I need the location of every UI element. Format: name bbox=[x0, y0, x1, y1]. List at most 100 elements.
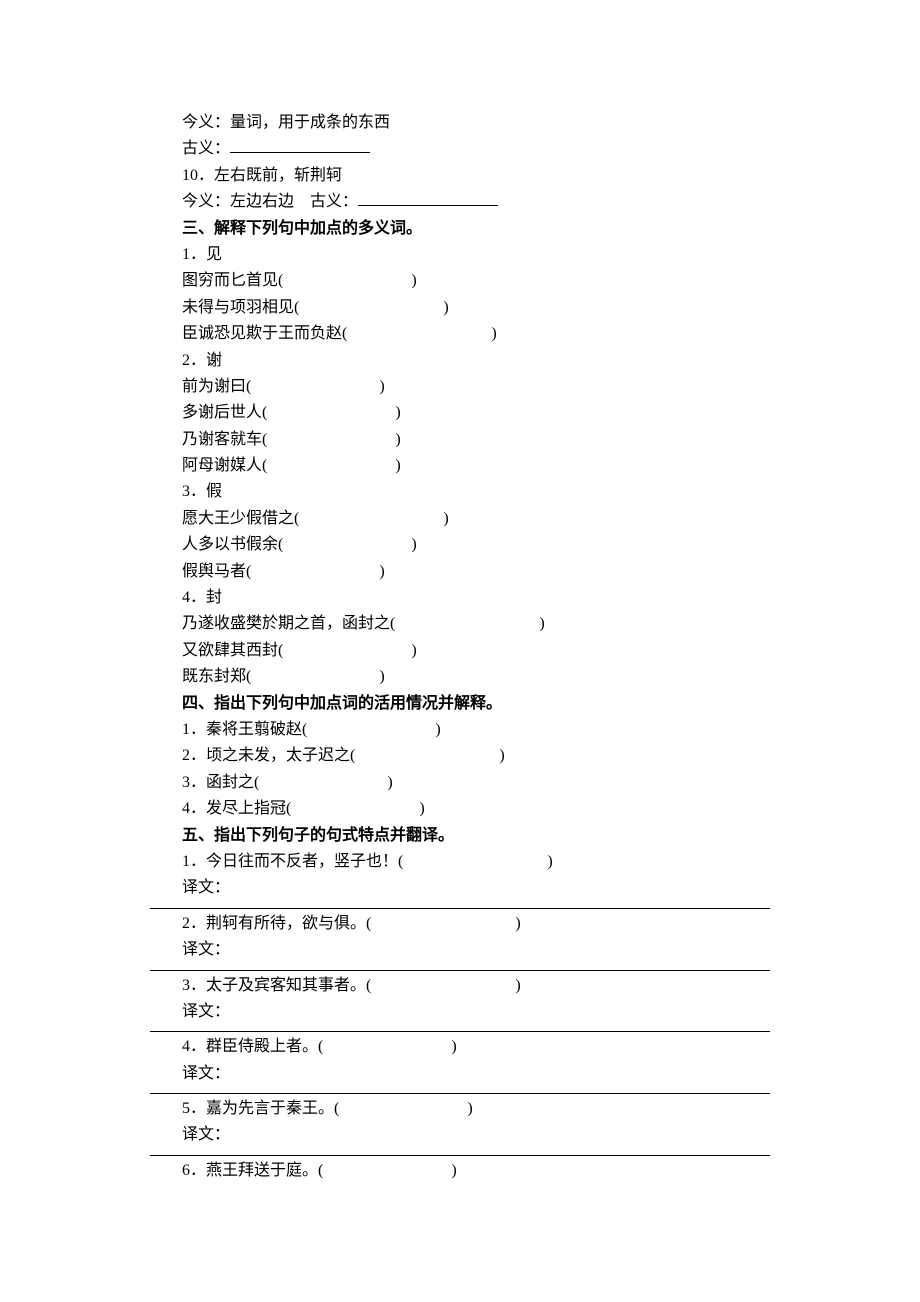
item-line: 又欲肆其西封( ) bbox=[150, 638, 770, 664]
section-heading: 四、指出下列句中加点词的活用情况并解释。 bbox=[150, 691, 770, 717]
text: 4．发尽上指冠( bbox=[182, 800, 291, 817]
text: 今义：量词，用于成条的东西 bbox=[182, 114, 390, 131]
group-title: 2．谢 bbox=[150, 348, 770, 374]
close-paren: ) bbox=[467, 1100, 472, 1117]
translation-label: 译文： bbox=[150, 999, 770, 1025]
text: 未得与项羽相见( bbox=[182, 299, 299, 316]
close-paren: ) bbox=[491, 325, 496, 342]
item-line: 愿大王少假借之( ) bbox=[150, 506, 770, 532]
answer-underline bbox=[150, 1093, 770, 1094]
question-line: 6．燕王拜送于庭。( ) bbox=[150, 1158, 770, 1184]
close-paren: ) bbox=[515, 915, 520, 932]
close-paren: ) bbox=[395, 404, 400, 421]
text-line: 10．左右既前，斩荆轲 bbox=[150, 163, 770, 189]
section-heading: 五、指出下列句子的句式特点并翻译。 bbox=[150, 823, 770, 849]
text: 3．太子及宾客知其事者。( bbox=[182, 977, 371, 994]
close-paren: ) bbox=[395, 431, 400, 448]
question-line: 2．荆轲有所待，欲与俱。( ) bbox=[150, 911, 770, 937]
answer-underline bbox=[150, 1155, 770, 1156]
close-paren: ) bbox=[379, 668, 384, 685]
question-line: 1．今日往而不反者，竖子也！( ) bbox=[150, 849, 770, 875]
close-paren: ) bbox=[411, 536, 416, 553]
close-paren: ) bbox=[451, 1162, 456, 1179]
text: 又欲肆其西封( bbox=[182, 642, 283, 659]
text: 10．左右既前，斩荆轲 bbox=[182, 167, 342, 184]
item-line: 人多以书假余( ) bbox=[150, 532, 770, 558]
text-line: 古义： bbox=[150, 136, 770, 162]
text: 古义： bbox=[182, 140, 230, 157]
group-title: 1．见 bbox=[150, 242, 770, 268]
item-line: 乃遂收盛樊於期之首，函封之( ) bbox=[150, 611, 770, 637]
translation-label: 译文： bbox=[150, 937, 770, 963]
item-line: 未得与项羽相见( ) bbox=[150, 295, 770, 321]
text: 译文： bbox=[182, 879, 230, 896]
text: 译文： bbox=[182, 941, 230, 958]
text: 阿母谢媒人( bbox=[182, 457, 267, 474]
text: 乃遂收盛樊於期之首，函封之( bbox=[182, 615, 395, 632]
blank-underline bbox=[230, 136, 370, 153]
question-line: 3．太子及宾客知其事者。( ) bbox=[150, 973, 770, 999]
text: 1．秦将王翦破赵( bbox=[182, 721, 307, 738]
text: 乃谢客就车( bbox=[182, 431, 267, 448]
item-line: 多谢后世人( ) bbox=[150, 400, 770, 426]
answer-underline bbox=[150, 1031, 770, 1032]
question-line: 4．群臣侍殿上者。( ) bbox=[150, 1034, 770, 1060]
text: 5．嘉为先言于秦王。( bbox=[182, 1100, 339, 1117]
heading-text: 四、指出下列句中加点词的活用情况并解释。 bbox=[182, 695, 502, 712]
text: 译文： bbox=[182, 1126, 230, 1143]
item-line: 阿母谢媒人( ) bbox=[150, 453, 770, 479]
text: 臣诚恐见欺于王而负赵( bbox=[182, 325, 347, 342]
text: 2．顷之未发，太子迟之( bbox=[182, 747, 355, 764]
text-line: 今义：左边右边 古义： bbox=[150, 189, 770, 215]
item-line: 既东封郑( ) bbox=[150, 664, 770, 690]
text: 译文： bbox=[182, 1065, 230, 1082]
close-paren: ) bbox=[411, 642, 416, 659]
text: 愿大王少假借之( bbox=[182, 510, 299, 527]
text-line: 今义：量词，用于成条的东西 bbox=[150, 110, 770, 136]
text: 3．函封之( bbox=[182, 774, 259, 791]
text: 1．今日往而不反者，竖子也！( bbox=[182, 853, 403, 870]
text: 6．燕王拜送于庭。( bbox=[182, 1162, 323, 1179]
text: 4．封 bbox=[182, 589, 222, 606]
text: 假舆马者( bbox=[182, 563, 251, 580]
text: 4．群臣侍殿上者。( bbox=[182, 1038, 323, 1055]
item-line: 4．发尽上指冠( ) bbox=[150, 796, 770, 822]
close-paren: ) bbox=[443, 510, 448, 527]
item-line: 3．函封之( ) bbox=[150, 770, 770, 796]
close-paren: ) bbox=[387, 774, 392, 791]
item-line: 假舆马者( ) bbox=[150, 559, 770, 585]
close-paren: ) bbox=[419, 800, 424, 817]
answer-underline bbox=[150, 970, 770, 971]
item-line: 2．顷之未发，太子迟之( ) bbox=[150, 743, 770, 769]
close-paren: ) bbox=[539, 615, 544, 632]
blank-underline bbox=[358, 189, 498, 206]
close-paren: ) bbox=[443, 299, 448, 316]
close-paren: ) bbox=[547, 853, 552, 870]
close-paren: ) bbox=[379, 563, 384, 580]
translation-label: 译文： bbox=[150, 1061, 770, 1087]
text: 2．荆轲有所待，欲与俱。( bbox=[182, 915, 371, 932]
item-line: 前为谢曰( ) bbox=[150, 374, 770, 400]
text: 既东封郑( bbox=[182, 668, 251, 685]
translation-label: 译文： bbox=[150, 875, 770, 901]
close-paren: ) bbox=[515, 977, 520, 994]
question-line: 5．嘉为先言于秦王。( ) bbox=[150, 1096, 770, 1122]
group-title: 4．封 bbox=[150, 585, 770, 611]
heading-text: 五、指出下列句子的句式特点并翻译。 bbox=[182, 827, 454, 844]
group-title: 3．假 bbox=[150, 479, 770, 505]
heading-text: 三、解释下列句中加点的多义词。 bbox=[182, 220, 422, 237]
item-line: 图穷而匕首见( ) bbox=[150, 268, 770, 294]
close-paren: ) bbox=[411, 272, 416, 289]
item-line: 1．秦将王翦破赵( ) bbox=[150, 717, 770, 743]
item-line: 乃谢客就车( ) bbox=[150, 427, 770, 453]
translation-label: 译文： bbox=[150, 1122, 770, 1148]
text: 1．见 bbox=[182, 246, 222, 263]
text: 3．假 bbox=[182, 483, 222, 500]
text: 今义：左边右边 古义： bbox=[182, 193, 358, 210]
close-paren: ) bbox=[451, 1038, 456, 1055]
document-page: 今义：量词，用于成条的东西 古义： 10．左右既前，斩荆轲 今义：左边右边 古义… bbox=[0, 0, 920, 1224]
close-paren: ) bbox=[395, 457, 400, 474]
text: 译文： bbox=[182, 1003, 230, 1020]
section-heading: 三、解释下列句中加点的多义词。 bbox=[150, 216, 770, 242]
text: 2．谢 bbox=[182, 352, 222, 369]
